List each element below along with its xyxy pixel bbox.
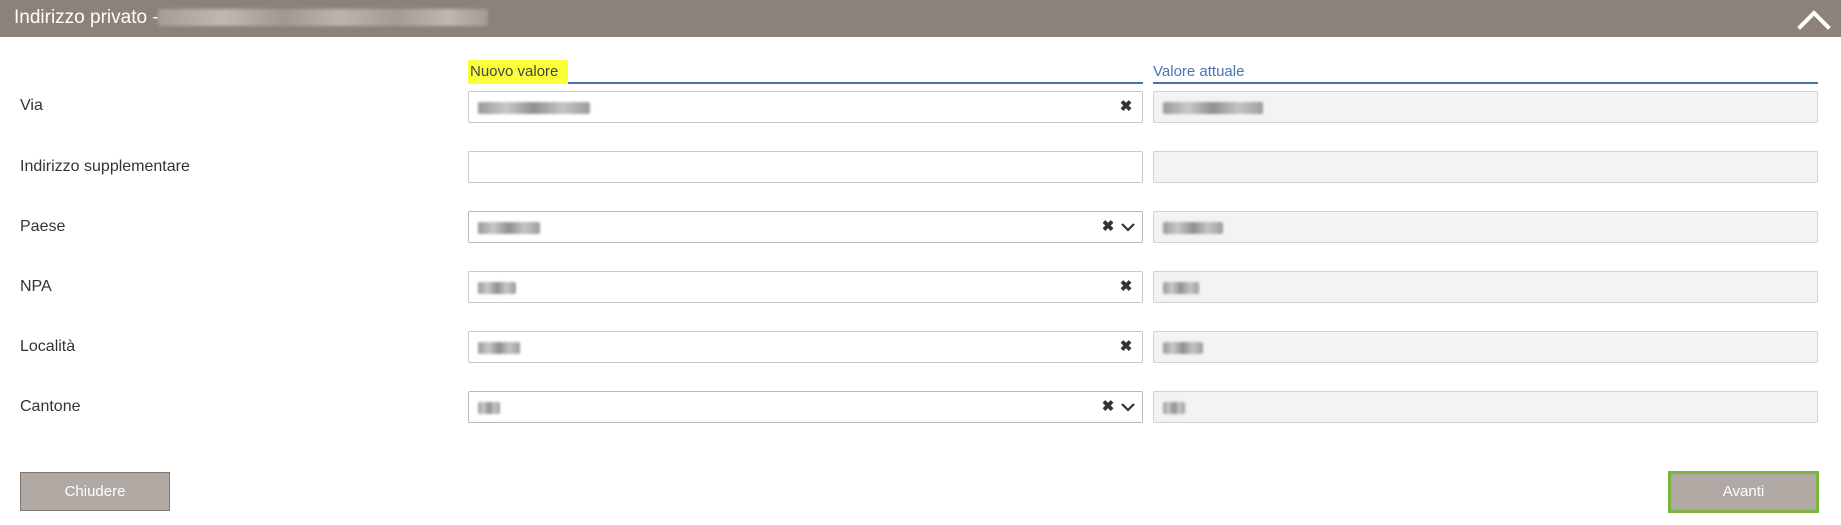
- canton-select[interactable]: ✖: [468, 391, 1143, 423]
- redacted-value: [1163, 222, 1223, 234]
- row-label-canton: Cantone: [20, 398, 81, 415]
- redacted-value: [478, 342, 520, 354]
- additional-address-current-field: [1153, 151, 1818, 183]
- redacted-address-summary: [158, 9, 488, 26]
- canton-current-field: [1153, 391, 1818, 423]
- chevron-up-icon[interactable]: [1793, 3, 1835, 35]
- redacted-value: [478, 102, 590, 114]
- clear-icon[interactable]: ✖: [1118, 97, 1134, 117]
- redacted-value: [478, 222, 540, 234]
- postal-code-input[interactable]: ✖: [468, 271, 1143, 303]
- redacted-value: [1163, 402, 1185, 414]
- additional-address-input[interactable]: [468, 151, 1143, 183]
- redacted-value: [478, 282, 516, 294]
- locality-input[interactable]: ✖: [468, 331, 1143, 363]
- country-select[interactable]: ✖: [468, 211, 1143, 243]
- clear-icon[interactable]: ✖: [1118, 337, 1134, 357]
- clear-icon[interactable]: ✖: [1100, 397, 1116, 417]
- row-label-postal-code: NPA: [20, 278, 52, 295]
- redacted-value: [1163, 342, 1203, 354]
- via-current-field: [1153, 91, 1818, 123]
- new-value-column-label: Nuovo valore: [468, 60, 569, 84]
- chevron-down-icon[interactable]: [1120, 399, 1136, 415]
- locality-current-field: [1153, 331, 1818, 363]
- clear-icon[interactable]: ✖: [1118, 277, 1134, 297]
- row-label-via: Via: [20, 97, 43, 114]
- panel-title: Indirizzo privato -: [14, 7, 159, 28]
- row-label-additional-address: Indirizzo supplementare: [20, 158, 190, 175]
- row-label-country: Paese: [20, 218, 66, 235]
- redacted-value: [478, 402, 500, 414]
- postal-code-current-field: [1153, 271, 1818, 303]
- current-value-column-header: Valore attuale: [1153, 60, 1818, 84]
- next-button[interactable]: Avanti: [1668, 471, 1819, 513]
- chevron-down-icon[interactable]: [1120, 219, 1136, 235]
- country-current-field: [1153, 211, 1818, 243]
- row-label-locality: Località: [20, 338, 76, 355]
- close-button[interactable]: Chiudere: [20, 472, 170, 511]
- via-input[interactable]: ✖: [468, 91, 1143, 123]
- clear-icon[interactable]: ✖: [1100, 217, 1116, 237]
- redacted-value: [1163, 102, 1263, 114]
- redacted-value: [1163, 282, 1199, 294]
- panel-header: Indirizzo privato -: [0, 0, 1841, 37]
- new-value-column-header: Nuovo valore: [468, 60, 1143, 84]
